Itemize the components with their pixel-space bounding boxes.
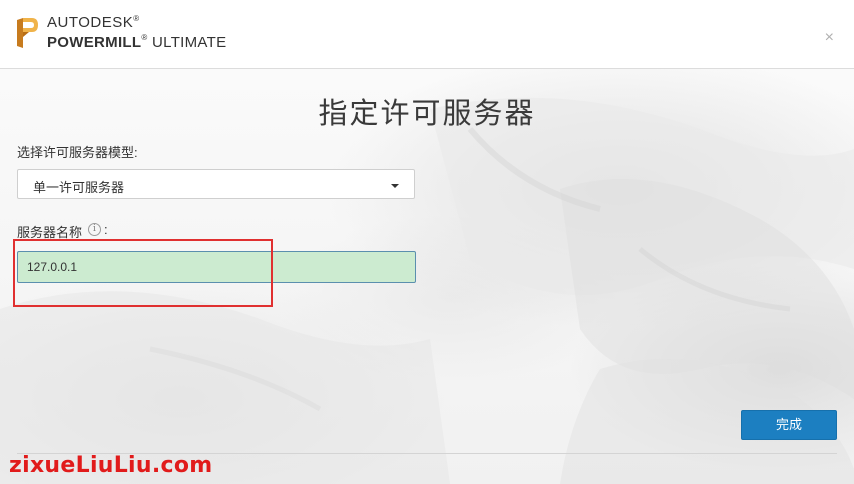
- info-icon[interactable]: i: [88, 223, 101, 236]
- server-name-input[interactable]: [17, 251, 416, 283]
- server-model-label: 选择许可服务器模型:: [17, 145, 138, 160]
- dialog-header: AUTODESK® POWERMILL® ULTIMATE ×: [0, 0, 854, 69]
- server-model-select[interactable]: 单一许可服务器: [17, 169, 415, 199]
- server-name-label-row: 服务器名称: [17, 222, 82, 241]
- page-title: 指定许可服务器: [318, 96, 536, 130]
- trademark-mark: ®: [133, 14, 140, 23]
- brand-company: AUTODESK®: [47, 14, 140, 31]
- server-name-label-colon: :: [104, 222, 108, 237]
- finish-button[interactable]: 完成: [741, 410, 837, 440]
- watermark-text: zixueLiuLiu.com: [9, 453, 213, 478]
- brand-product-edition: ULTIMATE: [152, 34, 227, 51]
- trademark-mark: ®: [141, 33, 148, 42]
- brand-product-bold: POWERMILL: [47, 34, 142, 51]
- license-dialog: AUTODESK® POWERMILL® ULTIMATE × 指定许可服务器 …: [0, 0, 854, 484]
- brand-product: POWERMILL® ULTIMATE: [47, 33, 227, 51]
- dialog-body: 指定许可服务器 选择许可服务器模型: 单一许可服务器 服务器名称 i : 完成 …: [0, 69, 854, 484]
- powermill-logo-icon: [17, 18, 38, 48]
- server-name-label: 服务器名称: [17, 225, 83, 240]
- brand-company-text: AUTODESK: [47, 14, 134, 31]
- close-icon[interactable]: ×: [825, 30, 834, 46]
- chevron-down-icon: [391, 184, 399, 188]
- server-model-selected-value: 单一许可服务器: [33, 180, 125, 195]
